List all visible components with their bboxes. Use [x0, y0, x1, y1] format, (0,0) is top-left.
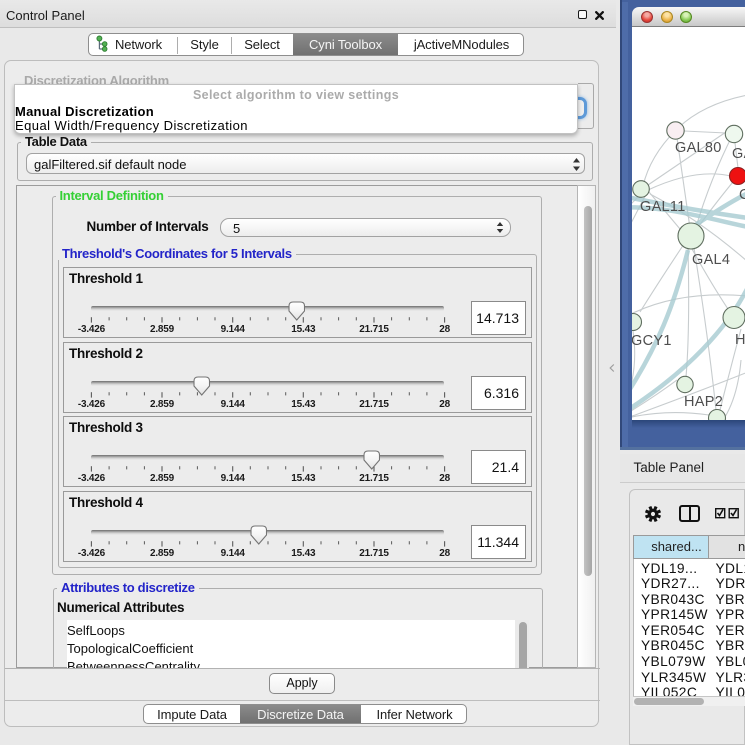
svg-text:C: C	[739, 187, 745, 203]
svg-text:GAL80: GAL80	[675, 140, 722, 156]
svg-text:GCY1: GCY1	[632, 333, 672, 349]
svg-text:GAL4: GAL4	[692, 252, 730, 268]
svg-text:GAL11: GAL11	[640, 199, 686, 215]
svg-text:GA: GA	[732, 146, 745, 162]
svg-text:HAP2: HAP2	[684, 394, 723, 410]
svg-text:H: H	[735, 332, 745, 348]
